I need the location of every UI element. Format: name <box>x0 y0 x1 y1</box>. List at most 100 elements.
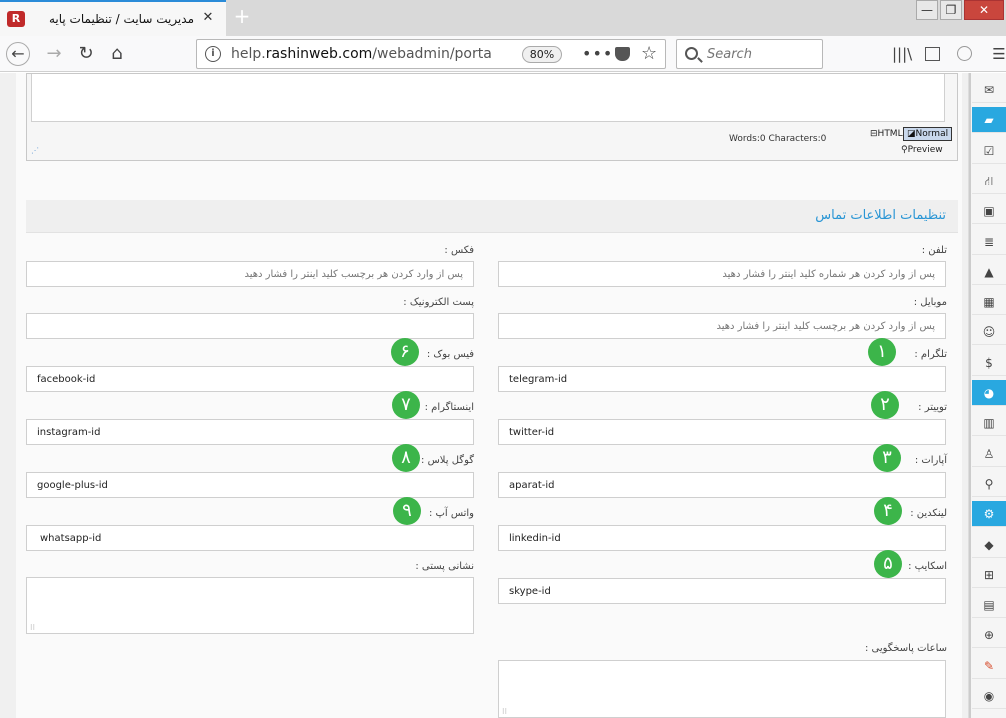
back-arrow-icon[interactable]: ← <box>6 42 30 66</box>
telegram-label: تلگرام : <box>914 349 947 360</box>
address-textarea[interactable]: ⁝⁝ <box>26 577 474 634</box>
aparat-label: آپارات : <box>914 455 947 466</box>
facebook-label: فیس بوک : <box>426 349 474 360</box>
sitemap-icon[interactable]: ⛙ <box>972 168 1006 194</box>
search-bar[interactable] <box>676 39 823 69</box>
more-actions-icon[interactable]: ••• <box>582 42 613 66</box>
window-close-button[interactable]: ✕ <box>964 0 1004 20</box>
search-icon[interactable]: ⚲ <box>972 471 1006 497</box>
home-icon[interactable]: ⌂ <box>105 42 129 66</box>
browser-navbar: ← → ↻ ⌂ i help.rashinweb.com/webadmin/po… <box>0 36 1006 72</box>
wrench-icon[interactable]: ✎ <box>972 653 1006 679</box>
editor-mode-normal-button[interactable]: ◪Normal <box>903 127 953 141</box>
hours-label: ساعات پاسخگویی : <box>864 643 947 654</box>
editor-resize-grip-icon[interactable]: ⋰ <box>31 146 41 156</box>
fax-input[interactable] <box>26 261 474 287</box>
reload-icon[interactable]: ↻ <box>74 42 98 66</box>
editor-mode-preview-button[interactable]: ⚲Preview <box>901 145 943 155</box>
resize-grip-icon[interactable]: ⁝⁝ <box>30 623 35 632</box>
globe-extension-icon[interactable] <box>957 46 972 61</box>
lock-icon[interactable]: ▣ <box>972 198 1006 224</box>
site-favicon-icon: R <box>7 11 25 27</box>
googleplus-input[interactable] <box>26 472 474 498</box>
url-path: /webadmin/portal_con <box>372 46 491 62</box>
list-icon[interactable]: ≣ <box>972 229 1006 255</box>
whatsapp-label: واتس آپ : <box>428 508 474 519</box>
library-icon[interactable]: |||\ <box>892 45 912 63</box>
phone-label: تلفن : <box>921 245 947 256</box>
zoom-in-icon[interactable]: ⊕ <box>972 622 1006 648</box>
users-icon[interactable]: ☺ <box>972 319 1006 345</box>
skype-label: اسکایپ : <box>908 561 947 572</box>
number-badge-1: ۱ <box>868 338 896 366</box>
hamburger-menu-icon[interactable]: ☰ <box>990 45 1006 63</box>
page-viewport: Words:0 Characters:0 ⊟HTML ◪Normal ⚲Prev… <box>0 73 968 718</box>
zoom-level-badge[interactable]: 80% <box>522 46 562 63</box>
dollar-icon[interactable]: $ <box>972 350 1006 376</box>
tab-close-icon[interactable]: ✕ <box>200 10 216 26</box>
browser-tab[interactable]: R مدیریت سایت / تنظیمات پایه ✕ <box>0 0 226 36</box>
phone-input[interactable] <box>498 261 946 287</box>
url-bar[interactable]: i help.rashinweb.com/webadmin/portal_con… <box>196 39 666 69</box>
sidebar-toggle-icon[interactable] <box>925 47 940 61</box>
googleplus-label: گوگل پلاس : <box>421 455 474 466</box>
twitter-input[interactable] <box>498 419 946 445</box>
hours-textarea[interactable]: ⁝⁝ <box>498 660 946 718</box>
window-minimize-button[interactable]: — <box>916 0 938 20</box>
mode-normal-label: Normal <box>915 129 949 139</box>
windows-icon[interactable]: ⊞ <box>972 562 1006 588</box>
instagram-label: اینستاگرام : <box>424 402 474 413</box>
editor-mode-html-button[interactable]: ⊟HTML <box>870 129 903 139</box>
user-icon[interactable]: ♙ <box>972 441 1006 467</box>
skype-input[interactable] <box>498 578 946 604</box>
aparat-input[interactable] <box>498 472 946 498</box>
folder-open-icon[interactable]: ▰ <box>972 107 1006 133</box>
email-input[interactable] <box>26 313 474 339</box>
mode-preview-label: Preview <box>907 145 943 155</box>
rich-text-editor: Words:0 Characters:0 ⊟HTML ◪Normal ⚲Prev… <box>26 73 958 161</box>
resize-grip-icon[interactable]: ⁝⁝ <box>502 707 507 716</box>
bar-chart-icon[interactable]: ▥ <box>972 410 1006 436</box>
url-prefix: help. <box>231 46 266 62</box>
road-icon[interactable]: ▲ <box>972 259 1006 285</box>
page-scrollbar[interactable] <box>969 73 971 718</box>
mobile-label: موبایل : <box>913 297 947 308</box>
admin-icon-panel: ✉ ▰ ☑ ⛙ ▣ ≣ ▲ ▦ ☺ $ ◕ ▥ ♙ ⚲ ⚙ ◆ ⊞ ▤ ⊕ ✎ … <box>968 73 1006 718</box>
new-tab-button[interactable]: + <box>230 4 254 30</box>
file-icon[interactable]: ▤ <box>972 592 1006 618</box>
calendar-icon[interactable]: ▦ <box>972 289 1006 315</box>
number-badge-2: ۲ <box>871 391 899 419</box>
number-badge-4: ۴ <box>874 497 902 525</box>
pie-chart-icon[interactable]: ◕ <box>972 380 1006 406</box>
facebook-input[interactable] <box>26 366 474 392</box>
url-text[interactable]: help.rashinweb.com/webadmin/portal_con <box>231 40 491 68</box>
mobile-input[interactable] <box>498 313 946 339</box>
fax-label: فکس : <box>444 245 474 256</box>
twitter-label: توییتر : <box>918 402 947 413</box>
check-square-icon[interactable]: ☑ <box>972 138 1006 164</box>
number-badge-8: ۸ <box>392 444 420 472</box>
url-domain: rashinweb.com <box>265 46 373 62</box>
tab-title: مدیریت سایت / تنظیمات پایه <box>48 12 194 26</box>
instagram-input[interactable] <box>26 419 474 445</box>
gear-icon[interactable]: ⚙ <box>972 501 1006 527</box>
number-badge-5: ۵ <box>874 550 902 578</box>
search-input[interactable] <box>707 40 817 68</box>
telegram-input[interactable] <box>498 366 946 392</box>
pocket-icon[interactable] <box>615 47 630 61</box>
info-icon[interactable]: i <box>205 46 221 62</box>
linkedin-input[interactable] <box>498 525 946 551</box>
bookmark-star-icon[interactable]: ☆ <box>641 42 657 66</box>
editor-textarea[interactable] <box>31 74 945 122</box>
whatsapp-input[interactable] <box>26 525 474 551</box>
number-badge-3: ۳ <box>873 444 901 472</box>
linkedin-label: لینکدین : <box>910 508 947 519</box>
mail-icon[interactable]: ✉ <box>972 77 1006 103</box>
window-maximize-button[interactable]: ❐ <box>940 0 962 20</box>
forward-arrow-icon[interactable]: → <box>42 42 66 66</box>
tags-icon[interactable]: ◆ <box>972 532 1006 558</box>
number-badge-7: ۷ <box>392 391 420 419</box>
search-magnifier-icon <box>685 47 698 60</box>
number-badge-6: ۶ <box>391 338 419 366</box>
globe-icon[interactable]: ◉ <box>972 683 1006 709</box>
